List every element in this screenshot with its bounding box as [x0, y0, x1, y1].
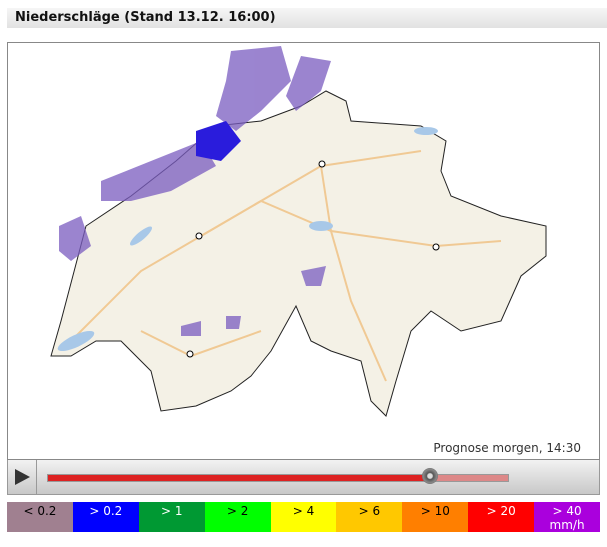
legend-item: < 0.2	[7, 502, 73, 532]
forecast-time-label: Prognose morgen, 14:30	[433, 441, 581, 455]
precipitation-map[interactable]: Prognose morgen, 14:30	[7, 42, 600, 460]
precipitation-legend: < 0.2 > 0.2 > 1 > 2 > 4 > 6 > 10 > 20 > 40 mm/h	[7, 502, 601, 532]
legend-unit: mm/h	[549, 518, 585, 532]
switzerland-map	[50, 46, 547, 417]
panel-title: Niederschläge (Stand 13.12. 16:00)	[7, 8, 607, 28]
legend-label: > 20	[486, 504, 516, 518]
legend-item: > 40 mm/h	[534, 502, 601, 532]
legend-item: > 10	[402, 502, 469, 532]
legend-label: > 40	[552, 504, 582, 518]
legend-label: > 6	[358, 504, 381, 518]
legend-label: > 0.2	[89, 504, 123, 518]
legend-label: < 0.2	[23, 504, 57, 518]
legend-label: > 4	[292, 504, 315, 518]
legend-item: > 4	[270, 502, 337, 532]
legend-item: > 2	[204, 502, 271, 532]
legend-item: > 20	[468, 502, 535, 532]
slider-fill	[48, 475, 430, 481]
slider-handle[interactable]	[421, 468, 438, 484]
legend-item: > 6	[336, 502, 403, 532]
animation-controls	[7, 460, 600, 495]
legend-label: > 2	[226, 504, 249, 518]
play-button[interactable]	[8, 460, 37, 494]
legend-item: > 0.2	[72, 502, 139, 532]
switzerland-outline	[50, 90, 547, 417]
legend-label: > 1	[160, 504, 183, 518]
time-slider[interactable]	[47, 468, 509, 484]
legend-label: > 10	[420, 504, 450, 518]
legend-item: > 1	[138, 502, 205, 532]
